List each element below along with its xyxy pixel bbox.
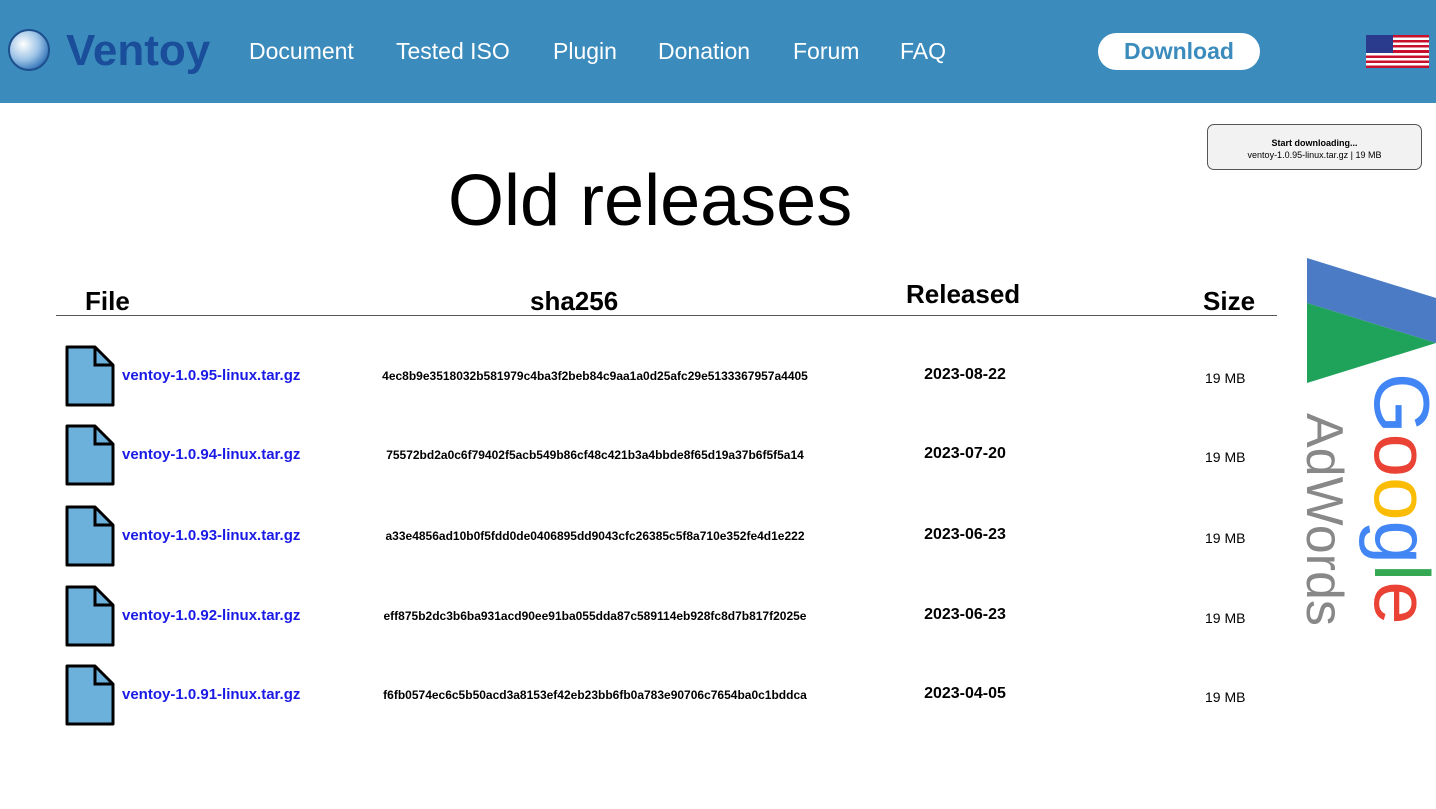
google-logo-text: Google <box>1358 373 1436 625</box>
file-size: 19 MB <box>1205 449 1246 465</box>
toast-detail: ventoy-1.0.95-linux.tar.gz | 19 MB <box>1247 150 1382 160</box>
page-title: Old releases <box>448 161 853 241</box>
toast-title: Start downloading... <box>1271 138 1358 148</box>
sha256-value: a33e4856ad10b0f5fdd0de0406895dd9043cfc26… <box>385 529 805 543</box>
adwords-logo-text: AdWords <box>1300 413 1353 626</box>
file-link[interactable]: ventoy-1.0.95-linux.tar.gz <box>122 367 300 384</box>
nav-document[interactable]: Document <box>249 38 354 65</box>
top-nav-bar: Ventoy Document Tested ISO Plugin Donati… <box>0 0 1436 103</box>
download-toast: Start downloading... ventoy-1.0.95-linux… <box>1207 124 1422 170</box>
sha256-value: 75572bd2a0c6f79402f5acb549b86cf48c421b3a… <box>386 448 804 462</box>
release-date: 2023-04-05 <box>924 685 1006 702</box>
release-date: 2023-07-20 <box>924 445 1006 462</box>
file-link[interactable]: ventoy-1.0.93-linux.tar.gz <box>122 527 300 544</box>
nav-tested-iso[interactable]: Tested ISO <box>396 38 510 65</box>
sha256-value: eff875b2dc3b6ba931acd90ee91ba055dda87c58… <box>383 609 807 623</box>
sha256-value: 4ec8b9e3518032b581979c4ba3f2beb84c9aa1a0… <box>382 369 808 383</box>
file-icon[interactable] <box>65 345 115 407</box>
header-size: Size <box>1203 286 1256 316</box>
download-button[interactable]: Download <box>1098 33 1260 70</box>
ventoy-logo-icon[interactable] <box>8 29 50 71</box>
file-icon[interactable] <box>65 424 115 486</box>
release-date: 2023-08-22 <box>924 366 1006 383</box>
nav-faq[interactable]: FAQ <box>900 38 946 65</box>
us-flag-icon[interactable] <box>1366 35 1429 68</box>
nav-donation[interactable]: Donation <box>658 38 750 65</box>
nav-plugin[interactable]: Plugin <box>553 38 617 65</box>
file-size: 19 MB <box>1205 610 1246 626</box>
google-adwords-ad[interactable]: Google AdWords <box>1300 258 1436 658</box>
file-icon[interactable] <box>65 505 115 567</box>
file-size: 19 MB <box>1205 530 1246 546</box>
header-sha256: sha256 <box>530 286 619 316</box>
table-row: ventoy-1.0.95-linux.tar.gz 4ec8b9e351803… <box>0 345 1300 407</box>
file-size: 19 MB <box>1205 370 1246 386</box>
file-link[interactable]: ventoy-1.0.91-linux.tar.gz <box>122 686 300 703</box>
file-link[interactable]: ventoy-1.0.94-linux.tar.gz <box>122 446 300 463</box>
table-row: ventoy-1.0.92-linux.tar.gz eff875b2dc3b6… <box>0 585 1300 647</box>
file-size: 19 MB <box>1205 689 1246 705</box>
release-date: 2023-06-23 <box>924 606 1006 623</box>
table-row: ventoy-1.0.94-linux.tar.gz 75572bd2a0c6f… <box>0 424 1300 486</box>
sha256-value: f6fb0574ec6c5b50acd3a8153ef42eb23bb6fb0a… <box>383 688 807 702</box>
file-icon[interactable] <box>65 664 115 726</box>
table-row: ventoy-1.0.91-linux.tar.gz f6fb0574ec6c5… <box>0 664 1300 726</box>
header-divider <box>56 315 1277 316</box>
header-file: File <box>85 286 130 316</box>
nav-forum[interactable]: Forum <box>793 38 859 65</box>
release-date: 2023-06-23 <box>924 526 1006 543</box>
file-link[interactable]: ventoy-1.0.92-linux.tar.gz <box>122 607 300 624</box>
file-icon[interactable] <box>65 585 115 647</box>
ventoy-logo[interactable]: Ventoy <box>66 26 210 76</box>
table-row: ventoy-1.0.93-linux.tar.gz a33e4856ad10b… <box>0 505 1300 567</box>
header-released: Released <box>906 279 1021 309</box>
